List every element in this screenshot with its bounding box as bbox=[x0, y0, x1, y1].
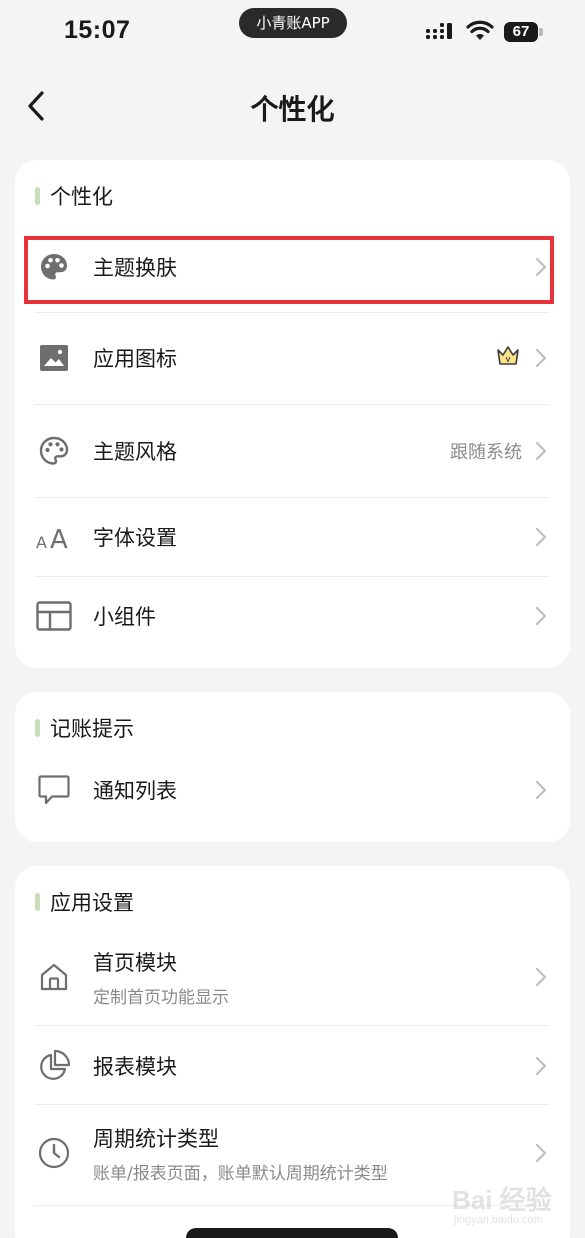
section-title: 应用设置 bbox=[50, 891, 134, 915]
pie-chart-icon bbox=[35, 1047, 73, 1085]
row-label: 首页模块 bbox=[93, 950, 177, 975]
baidu-watermark: Bai 经验 jingyan.baidu.com bbox=[452, 1170, 572, 1230]
highlight-box bbox=[24, 236, 554, 304]
section-accent-bar bbox=[35, 187, 40, 205]
row-label: 主题风格 bbox=[93, 440, 177, 464]
reminders-card: 记账提示 通知列表 bbox=[15, 692, 570, 842]
chevron-right-icon bbox=[532, 966, 550, 988]
section-title: 记账提示 bbox=[50, 717, 134, 741]
row-label: 小组件 bbox=[93, 605, 156, 629]
divider bbox=[35, 576, 550, 577]
row-widgets[interactable]: 小组件 bbox=[35, 586, 550, 646]
watermark-main: Bai 经验 bbox=[452, 1185, 552, 1215]
wifi-icon bbox=[466, 20, 494, 40]
status-time: 15:07 bbox=[64, 16, 131, 44]
divider bbox=[35, 1025, 550, 1026]
chevron-right-icon bbox=[532, 347, 550, 369]
row-label: 报表模块 bbox=[93, 1055, 177, 1079]
cellular-signal-icon bbox=[426, 23, 452, 39]
section-header-reminders: 记账提示 bbox=[35, 713, 134, 743]
battery-level: 67 bbox=[512, 23, 530, 40]
row-subtitle: 定制首页功能显示 bbox=[93, 987, 229, 1008]
nav-bar: 个性化 bbox=[0, 70, 585, 142]
row-report-module[interactable]: 报表模块 bbox=[35, 1036, 550, 1096]
divider bbox=[35, 312, 550, 313]
chevron-right-icon bbox=[532, 779, 550, 801]
battery-icon: 67 bbox=[504, 22, 544, 42]
home-icon bbox=[35, 958, 73, 996]
widget-layout-icon bbox=[35, 597, 73, 635]
row-app-icon[interactable]: 应用图标 V bbox=[35, 328, 550, 388]
chevron-right-icon bbox=[532, 440, 550, 462]
row-label: 字体设置 bbox=[93, 526, 177, 550]
section-header-app-settings: 应用设置 bbox=[35, 887, 134, 917]
chat-bubble-icon bbox=[35, 771, 73, 809]
section-header-personalization: 个性化 bbox=[35, 181, 113, 211]
image-icon bbox=[35, 339, 73, 377]
watermark-sub: jingyan.baidu.com bbox=[454, 1214, 543, 1226]
home-indicator bbox=[186, 1228, 398, 1238]
page-title: 个性化 bbox=[250, 93, 335, 126]
divider bbox=[35, 404, 550, 405]
row-notification-list[interactable]: 通知列表 bbox=[35, 760, 550, 820]
palette-outline-icon bbox=[35, 432, 73, 470]
chevron-right-icon bbox=[532, 526, 550, 548]
chevron-right-icon bbox=[532, 1055, 550, 1077]
row-label: 应用图标 bbox=[93, 347, 177, 371]
chevron-right-icon bbox=[532, 1142, 550, 1164]
chevron-right-icon bbox=[532, 605, 550, 627]
section-accent-bar bbox=[35, 893, 40, 911]
font-size-icon: A A bbox=[35, 518, 73, 556]
row-home-module[interactable]: 首页模块 定制首页功能显示 bbox=[35, 942, 550, 1012]
svg-text:V: V bbox=[506, 357, 511, 364]
status-bar: 15:07 小青账APP 67 bbox=[0, 0, 585, 66]
divider bbox=[35, 497, 550, 498]
svg-text:A: A bbox=[50, 525, 68, 551]
row-value: 跟随系统 bbox=[450, 442, 522, 463]
clock-icon bbox=[35, 1134, 73, 1172]
row-theme-style[interactable]: 主题风格 跟随系统 bbox=[35, 421, 550, 481]
row-label: 周期统计类型 bbox=[93, 1126, 219, 1151]
row-label: 通知列表 bbox=[93, 779, 177, 803]
row-font-settings[interactable]: A A 字体设置 bbox=[35, 507, 550, 567]
section-title: 个性化 bbox=[50, 185, 113, 209]
vip-crown-icon: V bbox=[496, 345, 520, 371]
divider bbox=[35, 1104, 550, 1105]
section-accent-bar bbox=[35, 719, 40, 737]
svg-text:A: A bbox=[36, 533, 47, 551]
app-name-pill: 小青账APP bbox=[239, 8, 347, 38]
